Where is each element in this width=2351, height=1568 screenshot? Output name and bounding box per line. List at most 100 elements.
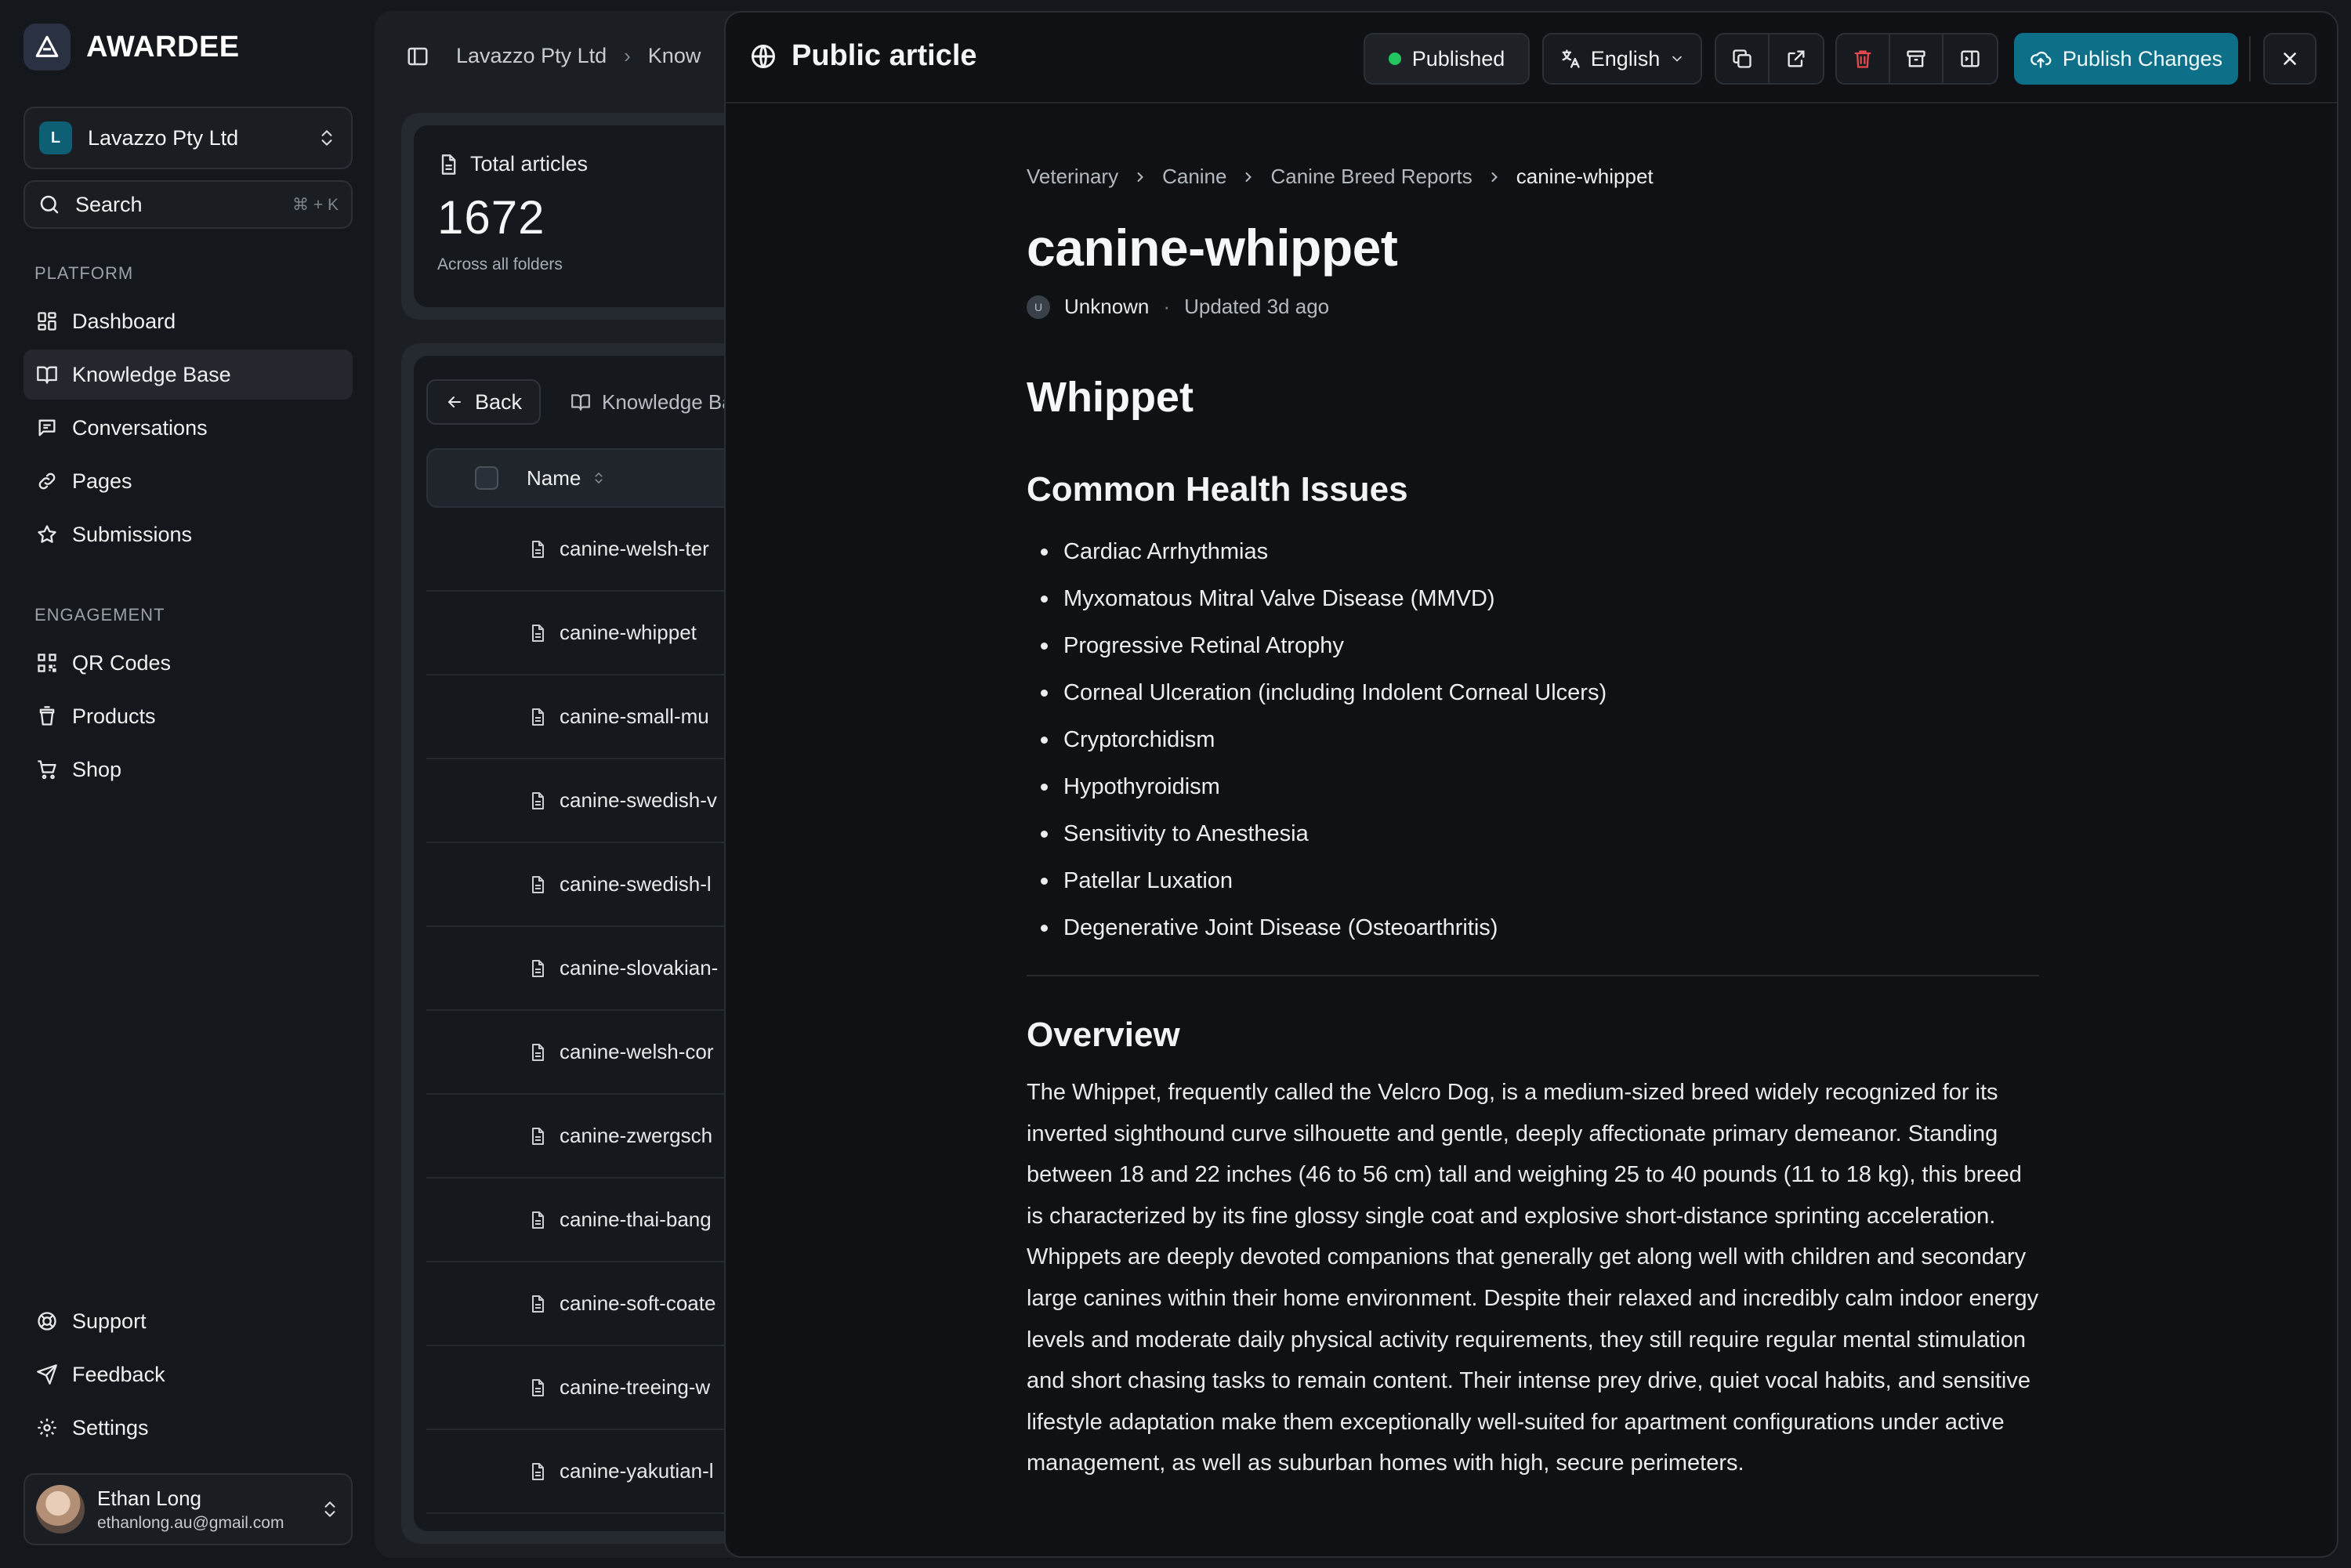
sidebar-item-label: QR Codes [72,650,172,675]
globe-icon [749,42,777,71]
chevron-right-icon [1241,169,1256,185]
cart-icon [34,757,60,782]
send-icon [34,1362,60,1387]
close-icon [2280,49,2300,69]
archive-button[interactable] [1890,34,1943,83]
row-label: canine-welsh-ter [560,537,709,560]
document-icon [528,1378,547,1397]
back-button[interactable]: Back [426,379,542,425]
sidebar-item-label: Products [72,704,156,728]
toggle-panel-button[interactable] [1943,34,1997,83]
user-menu[interactable]: Ethan Long ethanlong.au@gmail.com [24,1473,353,1545]
close-button[interactable] [2263,33,2317,85]
status-dot [1388,53,1401,65]
document-icon [528,875,547,894]
breadcrumb-separator: › [624,44,631,67]
back-label: Back [475,389,523,414]
cloud-upload-icon [2030,48,2052,70]
section-heading-health: Common Health Issues [1027,470,1408,509]
author-avatar: U [1027,295,1050,319]
search-input[interactable]: Search ⌘ + K [24,180,353,229]
breadcrumb-item[interactable]: Canine Breed Reports [1270,165,1472,189]
archive-icon [1905,48,1927,70]
sidebar-item-label: Submissions [72,522,193,546]
chat-icon [34,415,60,440]
breadcrumb-item[interactable]: Veterinary [1027,165,1118,189]
trash-icon [1852,48,1874,70]
publish-label: Publish Changes [2062,46,2223,71]
language-select[interactable]: English [1542,33,1702,85]
sidebar-item-submissions[interactable]: Submissions [24,509,353,559]
sidebar-item-conversations[interactable]: Conversations [24,403,353,453]
publish-changes-button[interactable]: Publish Changes [2014,33,2238,85]
duplicate-button[interactable] [1716,34,1770,83]
document-icon [528,540,547,559]
document-icon [528,791,547,810]
section-heading-overview: Overview [1027,1016,1180,1054]
list-item: Hypothyroidism [1027,763,1607,810]
sidebar-item-feedback[interactable]: Feedback [24,1349,353,1400]
document-icon [528,1462,547,1481]
row-label: canine-slovakian- [560,956,719,980]
sidebar-item-knowledge-base[interactable]: Knowledge Base [24,349,353,400]
sidebar-item-label: Shop [72,757,122,781]
stat-label: Total articles [470,152,589,176]
language-label: English [1590,46,1661,71]
sidebar-item-dashboard[interactable]: Dashboard [24,296,353,346]
sidebar-item-shop[interactable]: Shop [24,744,353,795]
sidebar-toggle-icon[interactable] [406,45,429,68]
tab-knowledge-base[interactable]: Knowledge Ba [571,379,734,425]
row-label: canine-zwergsch [560,1124,713,1147]
row-label: canine-treeing-w [560,1375,711,1399]
divider [2249,36,2251,81]
row-label: canine-swedish-v [560,788,717,812]
document-icon [528,1211,547,1229]
chevron-right-icon [1132,169,1148,185]
arrow-left-icon [445,393,464,411]
chevron-down-icon [1669,51,1685,67]
org-name: Lavazzo Pty Ltd [88,125,239,150]
list-item: Degenerative Joint Disease (Osteoarthrit… [1027,904,1607,951]
overview-paragraph: The Whippet, frequently called the Velcr… [1027,1080,2039,1476]
breadcrumb: Veterinary Canine Canine Breed Reports c… [1027,165,1654,189]
avatar [36,1485,85,1534]
lifebuoy-icon [34,1309,60,1334]
breadcrumb-item[interactable]: Canine [1162,165,1226,189]
document-icon [528,1043,547,1062]
sidebar-item-label: Feedback [72,1362,165,1386]
user-name: Ethan Long [97,1486,202,1510]
health-issues-list: Cardiac Arrhythmias Myxomatous Mitral Val… [1027,528,1607,951]
article-meta: U Unknown · Updated 3d ago [1027,295,1329,319]
sort-icon [592,469,606,487]
sidebar-item-label: Settings [72,1415,149,1439]
sidebar-item-settings[interactable]: Settings [24,1403,353,1453]
nav-section-platform: PLATFORM [34,263,134,283]
row-label: canine-small-mu [560,704,709,728]
column-name-header[interactable]: Name [527,466,606,491]
article-drawer: Public article Published English Publish… [724,11,2338,1558]
sidebar-item-products[interactable]: Products [24,691,353,741]
org-switcher[interactable]: L Lavazzo Pty Ltd [24,107,353,169]
sidebar-item-support[interactable]: Support [24,1296,353,1346]
status-badge[interactable]: Published [1364,33,1530,85]
search-label: Search [75,192,143,216]
delete-button[interactable] [1837,34,1890,83]
drawer-title: Public article [792,39,977,72]
list-item: Cardiac Arrhythmias [1027,528,1607,575]
link-icon [34,469,60,494]
sidebar-item-label: Knowledge Base [72,362,231,386]
sidebar-item-pages[interactable]: Pages [24,456,353,506]
breadcrumb-org[interactable]: Lavazzo Pty Ltd [456,44,607,68]
breadcrumb-current: canine-whippet [1516,165,1654,188]
open-external-button[interactable] [1770,34,1823,83]
select-all-checkbox[interactable] [475,466,498,490]
breadcrumb-knowledge[interactable]: Know [648,44,701,68]
row-label: canine-swedish-l [560,872,712,896]
row-label: canine-yakutian-l [560,1459,714,1483]
awardee-logo-icon [24,24,71,71]
list-item: Cryptorchidism [1027,716,1607,763]
sidebar-item-qr-codes[interactable]: QR Codes [24,638,353,688]
user-email: ethanlong.au@gmail.com [97,1513,284,1532]
brand[interactable]: AWARDEE [24,22,240,72]
document-icon [528,1127,547,1146]
